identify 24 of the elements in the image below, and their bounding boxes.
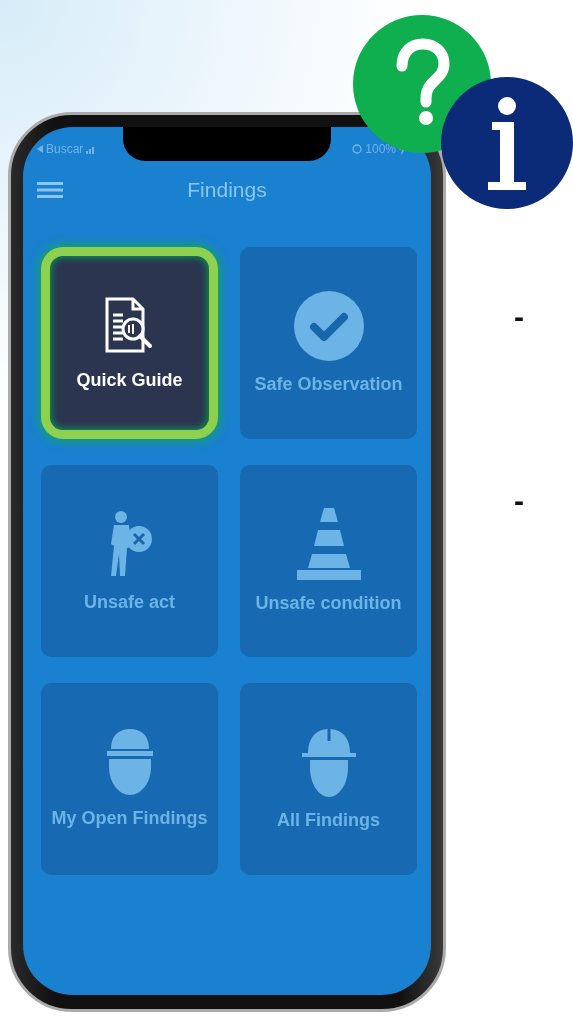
tile-label: My Open Findings [50,806,209,830]
back-label[interactable]: Buscar [46,142,84,156]
menu-tile[interactable]: Safe Observation [240,247,417,439]
menu-tile[interactable]: All Findings [240,683,417,875]
tile-label: Unsafe condition [254,591,403,615]
menu-tile[interactable]: Unsafe act [41,465,218,657]
bullet-dash: - [514,484,524,518]
worker-head-icon [106,728,153,795]
menu-tile[interactable]: Unsafe condition [240,465,417,657]
tile-label: All Findings [276,808,381,832]
bullet-dash: - [514,300,524,334]
menu-icon[interactable] [37,182,63,198]
hard-hat-head-icon [301,726,356,797]
screen-title: Findings [187,178,267,202]
info-circle-icon [440,76,573,210]
traffic-cone-icon [296,507,361,580]
menu-tile[interactable]: My Open Findings [41,683,218,875]
tile-label: Safe Observation [253,372,404,396]
check-circle-icon [293,290,364,361]
menu-tile[interactable]: Quick Guide [41,247,218,439]
tile-label: Quick Guide [75,368,184,392]
battery-percent: 100% [365,142,396,156]
back-triangle-icon [37,145,43,153]
tile-label: Unsafe act [82,590,176,614]
